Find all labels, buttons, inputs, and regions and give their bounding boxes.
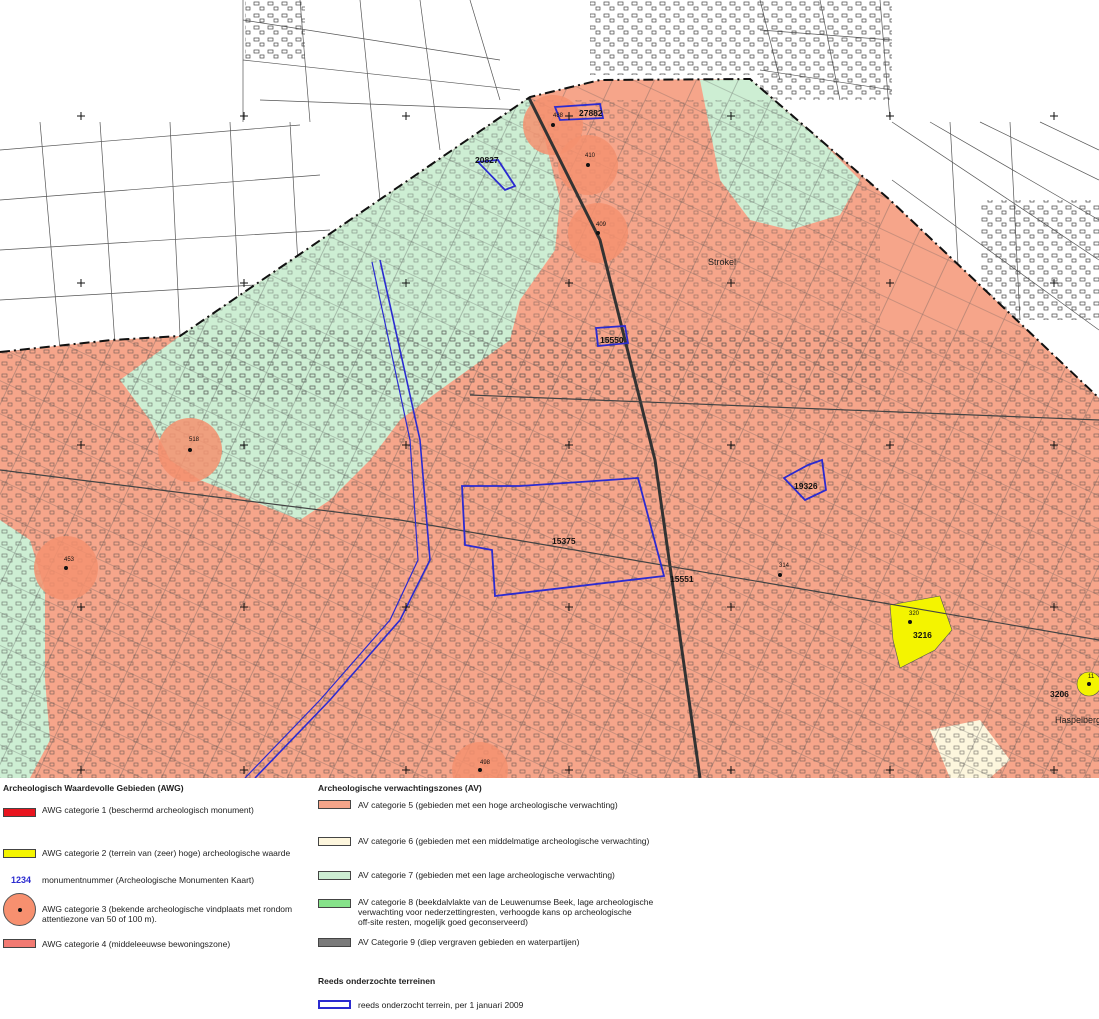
monument-number-27882: 27882 xyxy=(579,108,603,118)
find-number-518: 518 xyxy=(189,437,200,443)
legend-awg2-label: AWG categorie 2 (terrein van (zeer) hoge… xyxy=(42,848,291,858)
legend-investigated-label: reeds onderzocht terrein, per 1 januari … xyxy=(358,1000,524,1010)
legend-monument-number-label: monumentnummer (Archeologische Monumente… xyxy=(42,875,255,885)
legend-av8-label-line1: AV categorie 8 (beekdalvlakte van de Leu… xyxy=(358,897,654,907)
legend-swatch-av5 xyxy=(318,800,351,809)
find-number-453: 453 xyxy=(64,557,75,563)
find-number-11: 11 xyxy=(1088,674,1095,680)
find-number-314: 314 xyxy=(779,563,790,569)
legend-swatch-investigated xyxy=(318,1000,351,1009)
monument-number-15375: 15375 xyxy=(552,536,576,546)
legend-awg1-label: AWG categorie 1 (beschermd archeologisch… xyxy=(42,805,254,815)
unmapped-area-right xyxy=(892,0,1099,122)
archaeology-map[interactable]: 488 410 409 518 453 314 320 498 11 27882… xyxy=(0,0,1099,778)
legend-av8-label-line2: verwachting voor nederzettingresten, ver… xyxy=(358,907,632,917)
legend-av9-label: AV Categorie 9 (diep vergraven gebieden … xyxy=(358,937,580,947)
legend-awg-heading: Archeologisch Waardevolle Gebieden (AWG) xyxy=(3,783,184,793)
find-number-498: 498 xyxy=(480,760,491,766)
legend-swatch-awg4 xyxy=(3,939,36,948)
legend-swatch-awg2 xyxy=(3,849,36,858)
legend-av-heading: Archeologische verwachtingszones (AV) xyxy=(318,783,482,793)
find-number-488: 488 xyxy=(553,113,564,119)
monument-number-20827: 20827 xyxy=(475,155,499,165)
legend-av8-label-line3: off-site resten, mogelijk goed geconserv… xyxy=(358,917,528,927)
find-number-320: 320 xyxy=(909,611,920,617)
legend-av5-label: AV categorie 5 (gebieden met een hoge ar… xyxy=(358,800,618,810)
monument-number-3216: 3216 xyxy=(913,630,932,640)
monument-number-3206: 3206 xyxy=(1050,689,1069,699)
monument-number-15551: 15551 xyxy=(670,574,694,584)
legend-awg4-label: AWG categorie 4 (middeleeuwse bewoningsz… xyxy=(42,939,231,949)
legend-swatch-av8 xyxy=(318,899,351,908)
legend-swatch-av6 xyxy=(318,837,351,846)
legend-swatch-av9 xyxy=(318,938,351,947)
legend-monument-number-swatch: 1234 xyxy=(11,875,32,885)
legend-swatch-av7 xyxy=(318,871,351,880)
unmapped-area-left xyxy=(0,0,243,122)
monument-number-19326: 19326 xyxy=(794,481,818,491)
legend-awg3-label-line2: attentiezone van 50 of 100 m). xyxy=(42,914,157,924)
place-label-haspelberg: Haspelberg xyxy=(1055,715,1099,725)
place-label-strokel: Strokel xyxy=(708,257,736,267)
legend-awg3-label-line1: AWG categorie 3 (bekende archeologische … xyxy=(42,904,293,914)
map-legend: Archeologisch Waardevolle Gebieden (AWG)… xyxy=(0,778,1099,1019)
find-number-409: 409 xyxy=(596,222,607,228)
legend-av7-label: AV categorie 7 (gebieden met een lage ar… xyxy=(358,870,615,880)
legend-av6-label: AV categorie 6 (gebieden met een middelm… xyxy=(358,836,650,846)
legend-awg3-dot xyxy=(18,908,22,912)
legend-investigated-heading: Reeds onderzochte terreinen xyxy=(318,976,436,986)
legend-swatch-awg1 xyxy=(3,808,36,817)
legend-swatch-awg3 xyxy=(3,893,36,926)
find-number-410: 410 xyxy=(585,153,596,159)
monument-number-15550: 15550 xyxy=(600,335,624,345)
